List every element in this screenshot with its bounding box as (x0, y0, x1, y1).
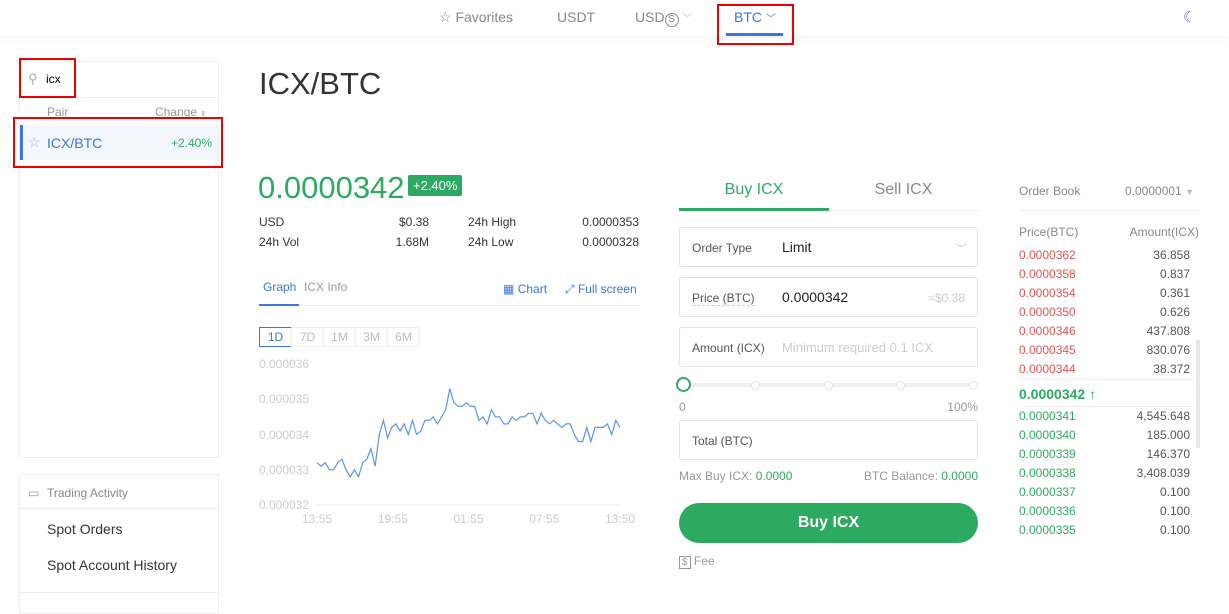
ask-row[interactable]: 0.0000354 0.361 (1019, 286, 1190, 305)
slider-min: 0 (679, 400, 686, 414)
order-price: 0.0000336 (1019, 504, 1076, 518)
price-value: 0.0000342 (782, 289, 849, 305)
slider-step[interactable] (824, 381, 833, 390)
order-amount: 0.100 (1159, 485, 1190, 499)
orderbook-title: Order Book (1019, 184, 1081, 198)
tab-sell[interactable]: Sell ICX (829, 181, 978, 199)
ask-row[interactable]: 0.0000358 0.837 (1019, 267, 1190, 286)
field-label: Total (BTC) (692, 434, 753, 448)
order-amount: 146.370 (1146, 447, 1190, 461)
arrow-up-icon: ↑ (1089, 386, 1097, 402)
order-price: 0.0000337 (1019, 485, 1076, 499)
order-amount: 3,408.039 (1136, 466, 1190, 480)
order-price: 0.0000339 (1019, 447, 1076, 461)
field-label: Amount (ICX) (692, 341, 765, 355)
buy-button[interactable]: Buy ICX (679, 503, 978, 543)
slider-max: 100% (947, 400, 978, 414)
scrollbar[interactable] (1196, 340, 1200, 448)
ask-row[interactable]: 0.0000362 36.858 (1019, 248, 1190, 267)
price-usd: ≈$0.38 (928, 291, 965, 305)
max-buy: Max Buy ICX: 0.0000 (679, 469, 792, 483)
chevron-down-icon: ﹀ (954, 242, 967, 256)
order-price: 0.0000341 (1019, 409, 1076, 423)
order-amount: 0.100 (1159, 523, 1190, 537)
order-price: 0.0000350 (1019, 305, 1076, 319)
slider-step[interactable] (751, 381, 760, 390)
max-buy-value: 0.0000 (755, 469, 793, 483)
order-amount: 4,545.648 (1136, 409, 1190, 423)
divider (1019, 379, 1194, 380)
balance-value: 0.0000 (941, 469, 978, 483)
order-type-select[interactable]: Order Type Limit ﹀ (679, 227, 978, 267)
order-amount: 185.000 (1146, 428, 1190, 442)
order-amount: 0.361 (1159, 286, 1190, 300)
price-line (316, 388, 621, 479)
order-amount: 38.372 (1153, 362, 1190, 376)
slider-handle[interactable] (676, 377, 691, 392)
caret-down-icon: ▼ (1185, 187, 1194, 197)
tab-buy[interactable]: Buy ICX (679, 181, 829, 199)
precision-select[interactable]: 0.0000001 ▼ (1125, 184, 1194, 198)
order-amount: 437.808 (1146, 324, 1190, 338)
tab-underline (679, 208, 829, 211)
bid-row[interactable]: 0.0000335 0.100 (1019, 523, 1190, 542)
balance-label: BTC Balance: (863, 469, 938, 483)
order-amount: 830.076 (1146, 343, 1190, 357)
ask-row[interactable]: 0.0000346 437.808 (1019, 324, 1190, 343)
amount-input[interactable]: Amount (ICX) Minimum required 0.1 ICX (679, 327, 978, 367)
max-buy-label: Max Buy ICX: (679, 469, 753, 483)
price-input[interactable]: Price (BTC) 0.0000342 ≈$0.38 (679, 277, 978, 317)
bid-row[interactable]: 0.0000338 3,408.039 (1019, 466, 1190, 485)
order-price: 0.0000345 (1019, 343, 1076, 357)
order-amount: 0.626 (1159, 305, 1190, 319)
col-amount: Amount(ICX) (1129, 225, 1199, 239)
order-price: 0.0000346 (1019, 324, 1076, 338)
order-amount: 0.837 (1159, 267, 1190, 281)
order-price: 0.0000358 (1019, 267, 1076, 281)
bid-row[interactable]: 0.0000341 4,545.648 (1019, 409, 1190, 428)
divider (1019, 406, 1194, 407)
field-label: Order Type (692, 241, 752, 255)
order-price: 0.0000354 (1019, 286, 1076, 300)
order-amount: 36.858 (1153, 248, 1190, 262)
divider (1019, 210, 1199, 211)
btc-balance: BTC Balance: 0.0000 (864, 469, 978, 483)
ask-row[interactable]: 0.0000350 0.626 (1019, 305, 1190, 324)
last-price-value: 0.0000342 (1019, 386, 1086, 402)
field-label: Price (BTC) (692, 291, 755, 306)
bid-row[interactable]: 0.0000340 185.000 (1019, 428, 1190, 447)
total-input[interactable]: Total (BTC) (679, 420, 978, 460)
order-price: 0.0000344 (1019, 362, 1076, 376)
col-price: Price(BTC) (1019, 225, 1079, 239)
bid-row[interactable]: 0.0000336 0.100 (1019, 504, 1190, 523)
order-amount: 0.100 (1159, 504, 1190, 518)
dollar-icon: $ (679, 556, 691, 569)
order-type-value: Limit (782, 239, 812, 255)
order-price: 0.0000338 (1019, 466, 1076, 480)
order-price: 0.0000340 (1019, 428, 1076, 442)
amount-placeholder: Minimum required 0.1 ICX (782, 340, 933, 355)
order-price: 0.0000335 (1019, 523, 1076, 537)
slider-step[interactable] (969, 381, 978, 390)
slider-step[interactable] (896, 381, 905, 390)
order-price: 0.0000362 (1019, 248, 1076, 262)
ask-row[interactable]: 0.0000345 830.076 (1019, 343, 1190, 362)
precision-value: 0.0000001 (1125, 184, 1182, 198)
fee-link[interactable]: $ Fee (679, 554, 715, 569)
bid-row[interactable]: 0.0000337 0.100 (1019, 485, 1190, 504)
orderbook-last-price: 0.0000342 ↑ (1019, 386, 1096, 402)
fee-label: Fee (693, 554, 715, 568)
bid-row[interactable]: 0.0000339 146.370 (1019, 447, 1190, 466)
